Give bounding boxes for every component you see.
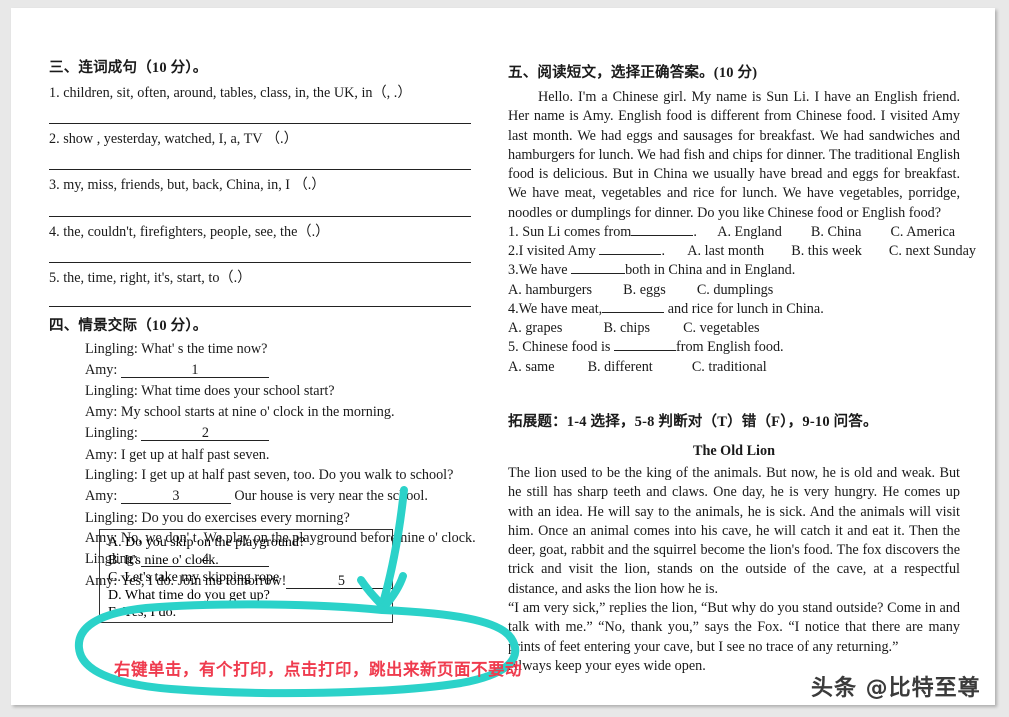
question-stem-end: from English food. <box>676 339 784 356</box>
question-1: 1. Sun Li comes from. A. England B. Chin… <box>508 225 960 239</box>
q2-choice-a[interactable]: A. last month <box>687 243 764 259</box>
dialogue-line: Lingling: What' s the time now? <box>85 342 479 356</box>
section-3-item-2: 2. show , yesterday, watched, I, a, TV （… <box>49 131 298 148</box>
dialogue-text: I get up at half past seven, too. Do you… <box>141 467 454 484</box>
dialogue-line: Amy: My school starts at nine o' clock i… <box>85 405 479 419</box>
dialogue-line: Lingling: 2 <box>85 424 479 442</box>
dialogue-speaker: Amy: <box>85 361 118 378</box>
dialogue-text: What time does your school start? <box>141 383 335 400</box>
section-3-item-4: 4. the, couldn't, firefighters, people, … <box>49 223 330 240</box>
dialogue-speaker: Amy: <box>85 446 118 463</box>
q5-choice-c[interactable]: C. traditional <box>692 359 767 375</box>
dialogue-text: Our house is very near the school. <box>234 487 428 504</box>
options-box: A. Do you skip on the playground? B. It'… <box>99 529 393 623</box>
q3-choice-b[interactable]: B. eggs <box>623 282 666 298</box>
dialogue-line: Lingling: What time does your school sta… <box>85 384 479 398</box>
document-page: 三、连词成句（10 分）。 1. children, sit, often, a… <box>11 8 995 705</box>
dialogue-text: I get up at half past seven. <box>120 446 270 463</box>
question-stem-end: . <box>661 243 665 260</box>
question-4: 4.We have meat, and rice for lunch in Ch… <box>508 302 960 316</box>
question-stem: 2.I visited Amy <box>508 243 596 260</box>
question-3-choices: A. hamburgers B. eggs C. dumplings <box>508 283 960 297</box>
section-3-item-1: 1. children, sit, often, around, tables,… <box>49 85 412 101</box>
dialogue-line: Amy: I get up at half past seven. <box>85 446 479 463</box>
dialogue-blank-1[interactable]: 1 <box>120 363 269 378</box>
left-column: 三、连词成句（10 分）。 1. children, sit, often, a… <box>49 8 479 595</box>
dialogue-blank-3[interactable]: 3 <box>120 489 231 505</box>
watermark: 头条 @比特至尊 <box>811 676 981 701</box>
question-5-choices: A. same B. different C. traditional <box>508 359 960 375</box>
dialogue-speaker: Lingling: <box>85 467 138 484</box>
question-stem-end: both in China and in England. <box>625 262 796 279</box>
dialogue-text: My school starts at nine o' clock in the… <box>120 404 395 421</box>
red-instruction-note: 右键单击，有个打印，点击打印，跳出来新页面不要动 <box>114 660 522 679</box>
section-5-heading: 五、阅读短文，选择正确答案。(10 分) <box>508 65 758 81</box>
question-2: 2.I visited Amy . A. last month B. this … <box>508 243 976 260</box>
section-3-heading: 三、连词成句（10 分）。 <box>49 60 208 76</box>
question-4-choices: A. grapes B. chips C. vegetables <box>508 321 960 335</box>
question-stem: 4.We have meat, <box>508 300 603 317</box>
story-paragraph-1: The lion used to be the king of the anim… <box>508 464 960 597</box>
dialogue-speaker: Lingling: <box>85 424 138 441</box>
question-4-blank[interactable] <box>602 311 665 313</box>
question-stem-end: and rice for lunch in China. <box>667 300 824 317</box>
question-1-blank[interactable] <box>631 235 694 237</box>
dialogue-line: Lingling: I get up at half past seven, t… <box>85 468 479 482</box>
dialogue-speaker: Lingling: <box>85 383 138 400</box>
q1-choice-c[interactable]: C. America <box>890 224 955 240</box>
question-3: 3.We have both in China and in England. <box>508 263 960 277</box>
option-c[interactable]: C. Let's take my skipping rope <box>108 571 392 585</box>
dialogue-line: Amy: 3 Our house is very near the school… <box>85 487 479 505</box>
q5-choice-b[interactable]: B. different <box>588 359 653 375</box>
dialogue-line: Amy: 1 <box>85 363 479 378</box>
q2-choice-b[interactable]: B. this week <box>791 243 862 259</box>
question-stem: 3.We have <box>508 262 568 279</box>
dialogue-text: What' s the time now? <box>141 341 268 358</box>
q1-choice-a[interactable]: A. England <box>717 224 782 240</box>
option-b[interactable]: B. It's nine o' clock. <box>108 553 392 568</box>
q4-choice-b[interactable]: B. chips <box>603 320 650 336</box>
dialogue-speaker: Lingling: <box>85 509 138 526</box>
question-3-blank[interactable] <box>571 273 626 275</box>
question-2-blank[interactable] <box>599 254 662 256</box>
option-a[interactable]: A. Do you skip on the playground? <box>108 536 392 550</box>
q5-choice-a[interactable]: A. same <box>508 359 555 375</box>
q4-choice-a[interactable]: A. grapes <box>508 320 562 336</box>
story-paragraph-2: “I am very sick,” replies the lion, “But… <box>508 599 960 655</box>
q2-choice-c[interactable]: C. next Sunday <box>889 243 976 259</box>
dialogue-speaker: Amy: <box>85 487 118 504</box>
question-5: 5. Chinese food is from English food. <box>508 340 960 354</box>
section-3-item-5: 5. the, time, right, it's, start, to（.） <box>49 269 252 286</box>
q4-choice-c[interactable]: C. vegetables <box>683 320 759 336</box>
q3-choice-c[interactable]: C. dumplings <box>697 282 773 298</box>
dialogue-speaker: Lingling: <box>85 341 138 358</box>
option-d[interactable]: D. What time do you get up? <box>108 588 392 603</box>
q3-choice-a[interactable]: A. hamburgers <box>508 282 592 298</box>
dialogue-speaker: Amy: <box>85 404 118 421</box>
reading-passage: Hello. I'm a Chinese girl. My name is Su… <box>508 89 960 221</box>
question-5-blank[interactable] <box>614 350 677 352</box>
dialogue-line: Lingling: Do you do exercises every morn… <box>85 511 479 525</box>
question-stem-end: . <box>693 224 697 241</box>
option-e[interactable]: E. Yes, I do. <box>108 606 392 620</box>
section-3-item-3: 3. my, miss, friends, but, back, China, … <box>49 177 326 194</box>
story-title: The Old Lion <box>692 442 775 459</box>
dialogue-blank-2[interactable]: 2 <box>141 426 270 442</box>
section-4-heading: 四、情景交际（10 分）。 <box>49 318 208 335</box>
q1-choice-b[interactable]: B. China <box>811 224 861 240</box>
dialogue-text: Do you do exercises every morning? <box>141 509 350 526</box>
question-stem: 1. Sun Li comes from <box>508 224 632 241</box>
extension-instruction: 拓展题：1-4 选择，5-8 判断对（T）错（F），9-10 问答。 <box>508 413 878 430</box>
right-column: 五、阅读短文，选择正确答案。(10 分) Hello. I'm a Chines… <box>508 8 976 676</box>
question-stem: 5. Chinese food is <box>508 339 611 356</box>
